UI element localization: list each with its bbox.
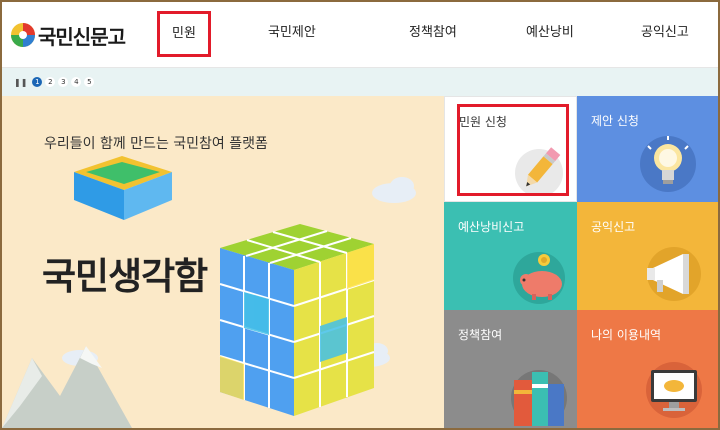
tile-label: 공익신고 bbox=[591, 220, 636, 234]
pager-strip: ❚❚ 1 2 3 4 5 bbox=[2, 68, 718, 96]
tile-policy-participation[interactable]: 정책참여 bbox=[444, 310, 577, 428]
megaphone-icon bbox=[647, 247, 701, 301]
main-banner[interactable]: 우리들이 함께 만드는 국민참여 플랫폼 국민생각함 bbox=[2, 96, 444, 428]
pager-dot-1[interactable]: 1 bbox=[32, 77, 43, 87]
slide-pager: ❚❚ 1 2 3 4 5 bbox=[14, 77, 95, 87]
tile-proposal-apply[interactable]: 제안 신청 bbox=[577, 96, 718, 202]
nav-item-national-proposal[interactable]: 국민제안 bbox=[268, 22, 316, 44]
tile-label: 정책참여 bbox=[458, 328, 503, 342]
nav-item-civil-complaint[interactable]: 민원 bbox=[157, 11, 211, 57]
books-icon bbox=[511, 370, 567, 426]
lightbulb-icon bbox=[640, 136, 696, 192]
tile-label: 예산낭비신고 bbox=[458, 220, 525, 234]
monitor-icon bbox=[646, 362, 702, 418]
tile-budget-waste-report[interactable]: 예산낭비신고 bbox=[444, 202, 577, 310]
main-nav: 민원 국민제안 정책참여 예산낭비 공익신고 bbox=[2, 2, 718, 68]
tile-label: 민원 신청 bbox=[459, 115, 507, 129]
banner-tagline: 우리들이 함께 만드는 국민참여 플랫폼 bbox=[44, 136, 268, 152]
piggy-bank-icon bbox=[513, 252, 565, 304]
pager-dot-3[interactable]: 3 bbox=[58, 77, 69, 87]
pager-dot-5[interactable]: 5 bbox=[84, 77, 95, 87]
pager-dot-4[interactable]: 4 bbox=[71, 77, 82, 87]
banner-title: 국민생각함 bbox=[42, 255, 208, 298]
tile-label: 제안 신청 bbox=[591, 114, 639, 128]
nav-item-budget-waste[interactable]: 예산낭비 bbox=[526, 22, 574, 44]
tile-my-usage-history[interactable]: 나의 이용내역 bbox=[577, 310, 718, 428]
pager-dot-2[interactable]: 2 bbox=[45, 77, 56, 87]
tile-public-interest-report[interactable]: 공익신고 bbox=[577, 202, 718, 310]
nav-item-public-interest-report[interactable]: 공익신고 bbox=[641, 22, 689, 44]
nav-item-policy-participation[interactable]: 정책참여 bbox=[409, 22, 457, 44]
pause-icon[interactable]: ❚❚ bbox=[14, 78, 27, 87]
pencil-icon bbox=[515, 147, 563, 193]
tile-civil-complaint-apply[interactable]: 민원 신청 bbox=[444, 96, 577, 202]
site-header: 국민신문고 민원 국민제안 정책참여 예산낭비 공익신고 bbox=[2, 2, 718, 68]
tile-label: 나의 이용내역 bbox=[591, 328, 662, 342]
